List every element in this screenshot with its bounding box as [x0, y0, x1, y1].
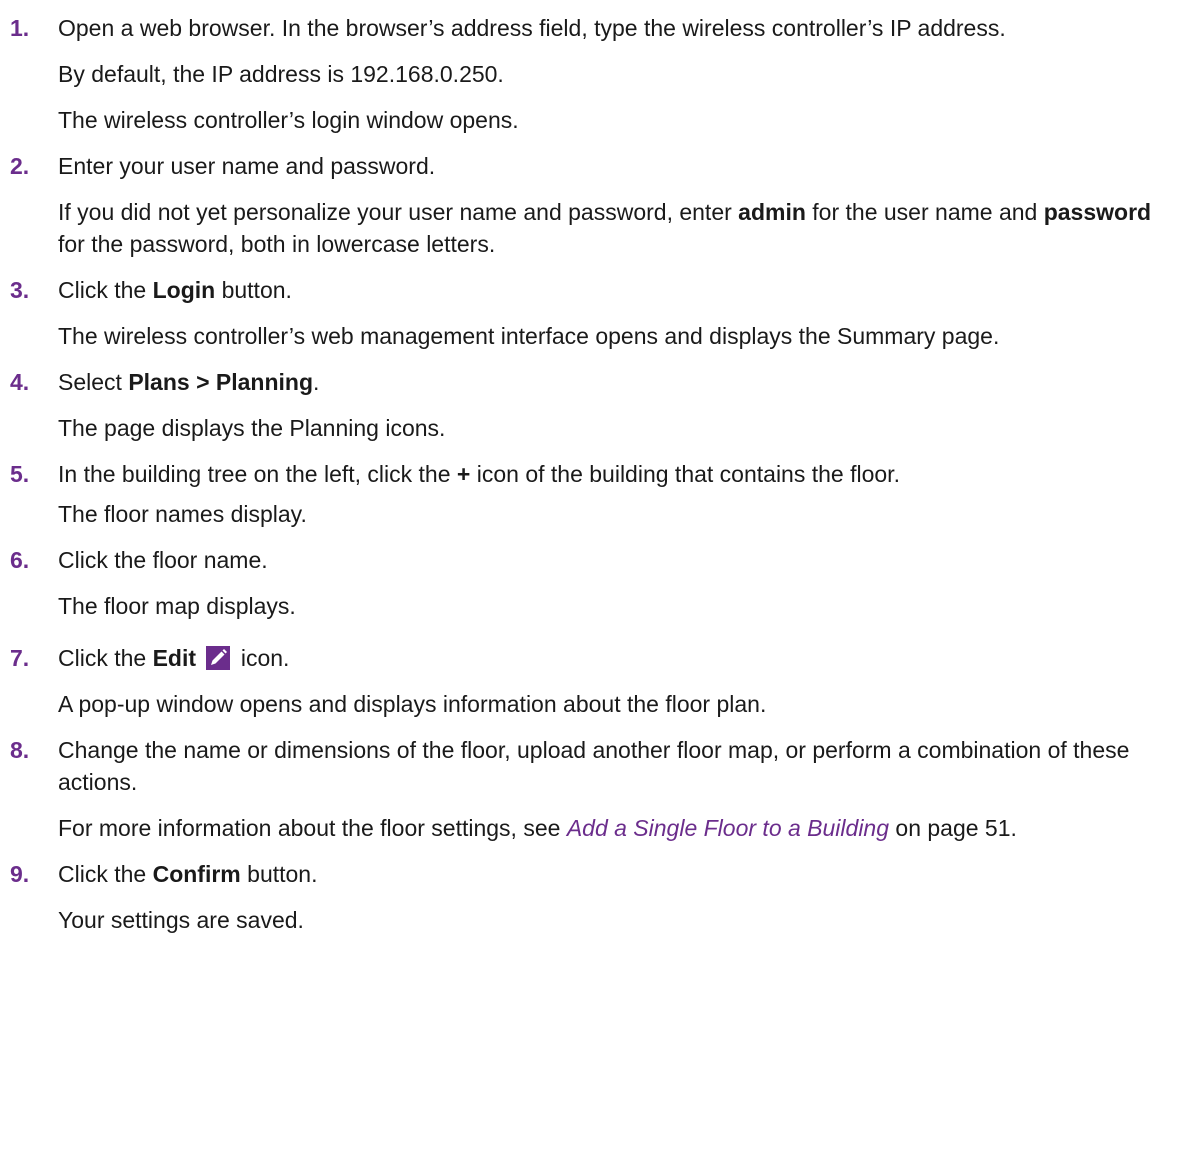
text-segment: icon.	[234, 645, 290, 671]
step-number: 6.	[10, 547, 30, 573]
step-1: 1. Open a web browser. In the browser’s …	[10, 12, 1170, 136]
step-2: 2. Enter your user name and password. If…	[10, 150, 1170, 260]
text-segment: For more information about the floor set…	[58, 815, 567, 841]
step-text: Click the Edit icon.	[58, 642, 1170, 674]
step-text: Select Plans > Planning.	[58, 366, 1170, 398]
procedure-steps: 1. Open a web browser. In the browser’s …	[10, 12, 1170, 936]
step-result: The wireless controller’s login window o…	[58, 107, 519, 133]
cross-reference-link[interactable]: Add a Single Floor to a Building	[567, 815, 889, 841]
step-result: A pop-up window opens and displays infor…	[58, 691, 767, 717]
step-text: Change the name or dimensions of the flo…	[58, 737, 1130, 795]
step-3: 3. Click the Login button. The wireless …	[10, 274, 1170, 352]
text-segment: for the user name and	[805, 199, 1044, 225]
text-segment: button.	[215, 277, 292, 303]
step-result: The floor names display.	[58, 501, 307, 527]
bold-term: Plans > Planning	[128, 369, 314, 395]
bold-term: Confirm	[152, 861, 241, 887]
step-number: 9.	[10, 861, 30, 887]
step-text: In the building tree on the left, click …	[58, 458, 1170, 490]
pencil-edit-icon	[206, 646, 231, 670]
step-text: Click the floor name.	[58, 547, 268, 573]
step-number: 4.	[10, 369, 30, 395]
step-7: 7. Click the Edit icon. A pop-up window …	[10, 642, 1170, 720]
text-segment: Click the	[58, 645, 153, 671]
text-segment: If you did not yet personalize your user…	[58, 199, 739, 225]
text-segment: button.	[240, 861, 318, 887]
step-9: 9. Click the Confirm button. Your settin…	[10, 858, 1170, 936]
text-segment: for the password, both in lowercase lett…	[58, 231, 496, 257]
step-8: 8. Change the name or dimensions of the …	[10, 734, 1170, 844]
text-segment: .	[313, 369, 320, 395]
step-6: 6. Click the floor name. The floor map d…	[10, 544, 1170, 622]
step-result: If you did not yet personalize your user…	[58, 196, 1170, 260]
step-text: Click the Confirm button.	[58, 858, 1170, 890]
text-segment: Select	[58, 369, 129, 395]
step-result: The page displays the Planning icons.	[58, 415, 446, 441]
text-segment: Click the	[58, 861, 153, 887]
step-number: 5.	[10, 461, 30, 487]
step-result: The floor map displays.	[58, 593, 296, 619]
step-result: Your settings are saved.	[58, 907, 304, 933]
bold-term: Edit	[152, 645, 197, 671]
step-number: 2.	[10, 153, 30, 179]
bold-term: password	[1043, 199, 1152, 225]
text-segment: on page 51.	[889, 815, 1017, 841]
bold-term: admin	[738, 199, 806, 225]
step-4: 4. Select Plans > Planning. The page dis…	[10, 366, 1170, 444]
step-5: 5. In the building tree on the left, cli…	[10, 458, 1170, 530]
step-number: 8.	[10, 737, 30, 763]
step-number: 7.	[10, 645, 30, 671]
text-segment: Click the	[58, 277, 153, 303]
step-text: Open a web browser. In the browser’s add…	[58, 15, 1006, 41]
step-text: Enter your user name and password.	[58, 153, 436, 179]
step-number: 1.	[10, 15, 30, 41]
text-segment: icon of the building that contains the f…	[470, 461, 900, 487]
step-result: The wireless controller’s web management…	[58, 323, 1000, 349]
step-result: For more information about the floor set…	[58, 812, 1170, 844]
text-segment: In the building tree on the left, click …	[58, 461, 457, 487]
bold-term: +	[456, 461, 471, 487]
bold-term: Login	[152, 277, 216, 303]
step-result: By default, the IP address is 192.168.0.…	[58, 61, 504, 87]
step-text: Click the Login button.	[58, 274, 1170, 306]
step-number: 3.	[10, 277, 30, 303]
